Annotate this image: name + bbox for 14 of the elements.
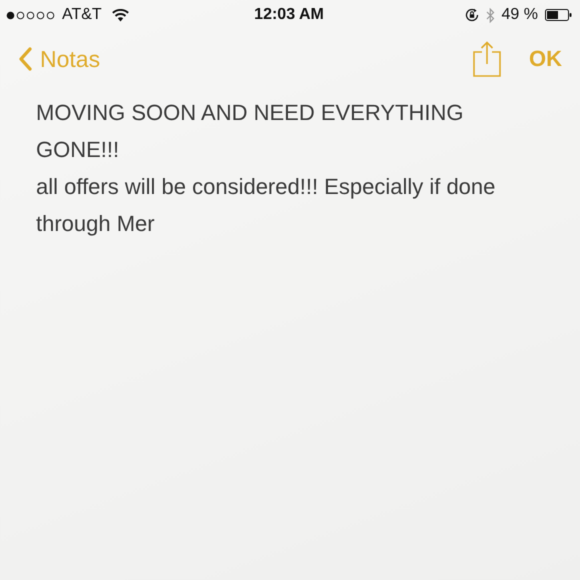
bluetooth-icon <box>486 8 495 22</box>
share-icon[interactable] <box>473 41 501 77</box>
signal-icon <box>6 10 56 20</box>
back-chevron-icon <box>18 47 32 71</box>
clock-time: 12:03 AM <box>254 6 324 24</box>
back-link[interactable]: Notas <box>18 46 100 72</box>
battery-icon <box>545 9 572 21</box>
carrier-name: AT&T <box>62 6 102 24</box>
note-paragraph: MOVING SOON AND NEED EVERYTHING GONE!!! <box>36 99 464 164</box>
rotation-lock-icon <box>464 8 479 22</box>
battery-percent: 49 % <box>502 6 538 24</box>
wifi-icon <box>112 8 129 22</box>
note-paragraph: all offers will be considered!!! Especially if done through Mer <box>36 173 496 238</box>
ok-button[interactable]: OK <box>529 46 562 72</box>
